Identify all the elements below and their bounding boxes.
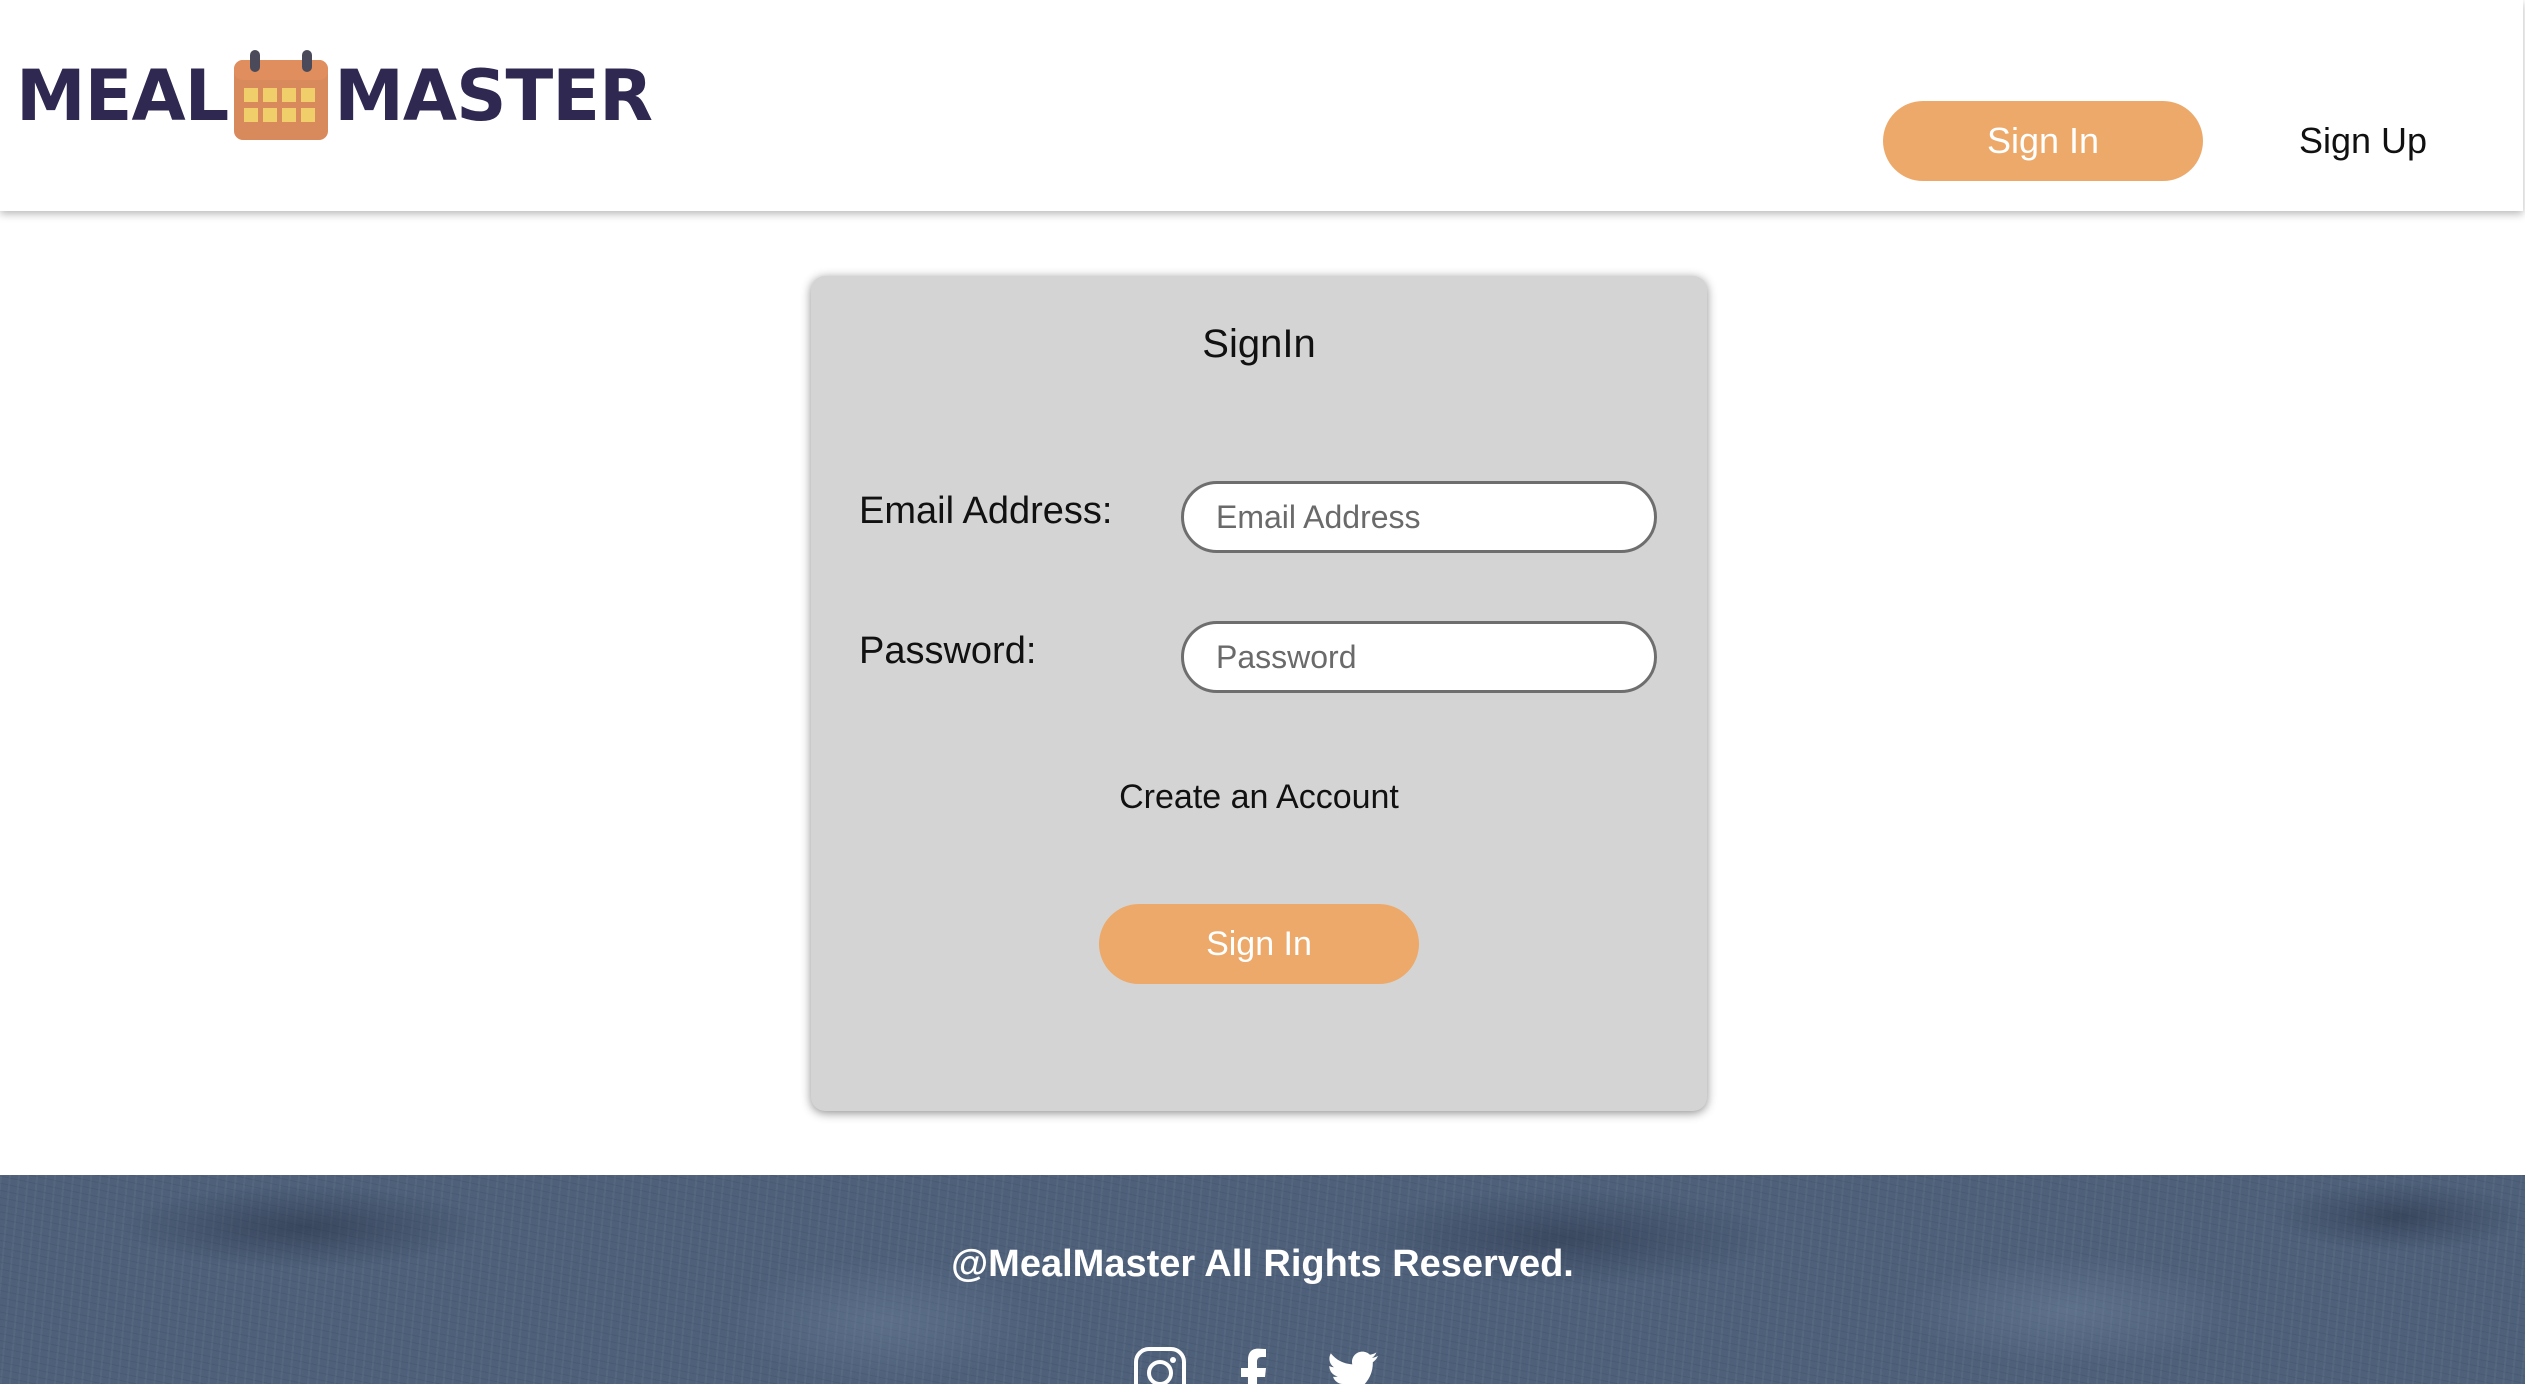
nav-sign-in-button[interactable]: Sign In	[1883, 101, 2203, 181]
email-field[interactable]	[1181, 481, 1657, 553]
copyright-text: @MealMaster All Rights Reserved.	[951, 1243, 1574, 1285]
site-footer: @MealMaster All Rights Reserved.	[0, 1175, 2525, 1384]
email-label: Email Address:	[859, 490, 1113, 532]
nav-sign-up-link[interactable]: Sign Up	[2270, 101, 2456, 181]
brand-logo[interactable]: MEAL MASTER	[16, 50, 653, 142]
password-label: Password:	[859, 630, 1037, 672]
twitter-icon[interactable]	[1324, 1345, 1380, 1384]
sign-in-submit-button[interactable]: Sign In	[1099, 904, 1419, 984]
site-header: MEAL MASTER Sign In Sign Up	[0, 0, 2523, 211]
signin-title: SignIn	[1202, 322, 1316, 366]
password-field[interactable]	[1181, 621, 1657, 693]
instagram-icon[interactable]	[1132, 1345, 1188, 1384]
signin-card: SignIn Email Address: Password: Create a…	[811, 276, 1707, 1111]
create-account-link[interactable]: Create an Account	[811, 778, 1707, 817]
facebook-icon[interactable]	[1226, 1345, 1282, 1384]
logo-text-right: MASTER	[334, 55, 653, 137]
logo-text-left: MEAL	[16, 55, 229, 137]
calendar-icon	[234, 50, 329, 140]
